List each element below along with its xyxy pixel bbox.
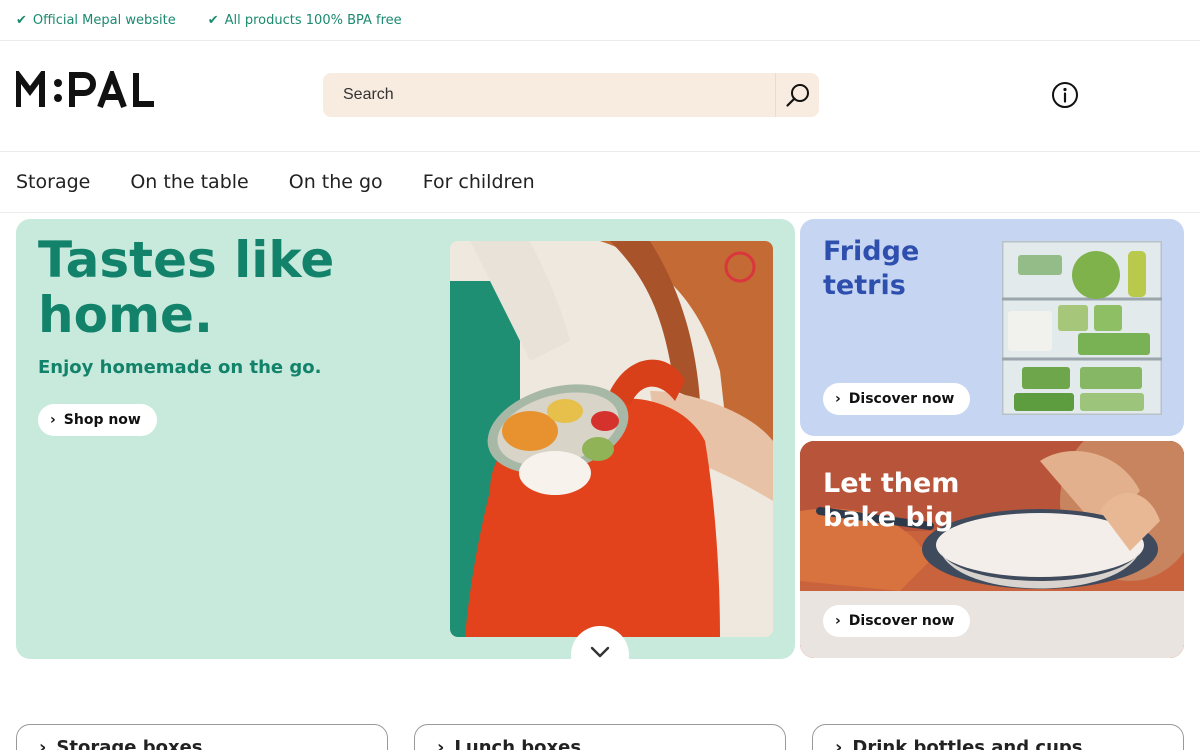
category-row: › Storage boxes › Lunch boxes › Drink bo… bbox=[16, 724, 1184, 750]
logo[interactable] bbox=[15, 66, 178, 116]
nav-item-on-the-go[interactable]: On the go bbox=[289, 171, 383, 193]
check-icon: ✔ bbox=[207, 12, 219, 28]
discover-now-button[interactable]: › Discover now bbox=[823, 383, 971, 415]
site-header bbox=[0, 41, 1200, 152]
search-icon bbox=[785, 84, 809, 107]
category-lunch-boxes[interactable]: › Lunch boxes bbox=[414, 724, 786, 750]
chevron-right-icon: › bbox=[835, 737, 843, 750]
nav-item-on-the-table[interactable]: On the table bbox=[130, 171, 248, 193]
search-bar bbox=[323, 73, 819, 117]
hero-title: Tastes like home. bbox=[38, 231, 335, 344]
discover-now-button[interactable]: › Discover now bbox=[823, 605, 971, 637]
chevron-right-icon: › bbox=[835, 613, 841, 629]
search-button[interactable] bbox=[775, 73, 819, 117]
search-input[interactable] bbox=[323, 73, 775, 117]
info-button[interactable] bbox=[1051, 81, 1079, 109]
check-icon: ✔ bbox=[16, 12, 27, 28]
hero-banner[interactable]: Tastes like home. Enjoy homemade on the … bbox=[16, 219, 795, 659]
tile-title: Fridge tetris bbox=[823, 236, 920, 301]
fridge-image bbox=[1000, 239, 1164, 417]
usp-item: ✔ All products 100% BPA free bbox=[208, 13, 402, 28]
shop-now-button[interactable]: › Shop now bbox=[38, 404, 157, 436]
hero-image bbox=[450, 241, 773, 637]
info-icon bbox=[1052, 82, 1078, 108]
mepal-logo bbox=[15, 66, 154, 109]
usp-item: ✔ Official Mepal website bbox=[16, 13, 176, 28]
promo-tile-bake[interactable]: Let them bake big › Discover now bbox=[800, 441, 1184, 658]
chevron-right-icon: › bbox=[50, 412, 56, 428]
chevron-right-icon: › bbox=[835, 391, 841, 407]
category-label: Lunch boxes bbox=[454, 737, 582, 750]
discover-now-label: Discover now bbox=[848, 391, 955, 407]
main-nav: Storage On the table On the go For child… bbox=[0, 152, 1200, 213]
tile-title: Let them bake big bbox=[823, 468, 960, 533]
nav-item-storage[interactable]: Storage bbox=[16, 171, 90, 193]
usp-bar: ✔ Official Mepal website ✔ All products … bbox=[0, 0, 1200, 41]
nav-item-for-children[interactable]: For children bbox=[423, 171, 535, 193]
usp-label: Official Mepal website bbox=[32, 12, 176, 28]
scroll-down-button[interactable] bbox=[571, 626, 629, 684]
promo-tile-fridge[interactable]: Fridge tetris › Discover now bbox=[800, 219, 1184, 436]
discover-now-label: Discover now bbox=[848, 613, 955, 629]
usp-label: All products 100% BPA free bbox=[224, 12, 402, 28]
shop-now-label: Shop now bbox=[63, 412, 141, 428]
chevron-down-icon bbox=[590, 646, 610, 658]
category-label: Storage boxes bbox=[56, 737, 203, 750]
chevron-right-icon: › bbox=[39, 737, 47, 750]
category-label: Drink bottles and cups bbox=[852, 737, 1083, 750]
category-storage-boxes[interactable]: › Storage boxes bbox=[16, 724, 388, 750]
hero-subtitle: Enjoy homemade on the go. bbox=[38, 357, 322, 378]
chevron-right-icon: › bbox=[437, 737, 445, 750]
category-drink-bottles[interactable]: › Drink bottles and cups bbox=[812, 724, 1184, 750]
